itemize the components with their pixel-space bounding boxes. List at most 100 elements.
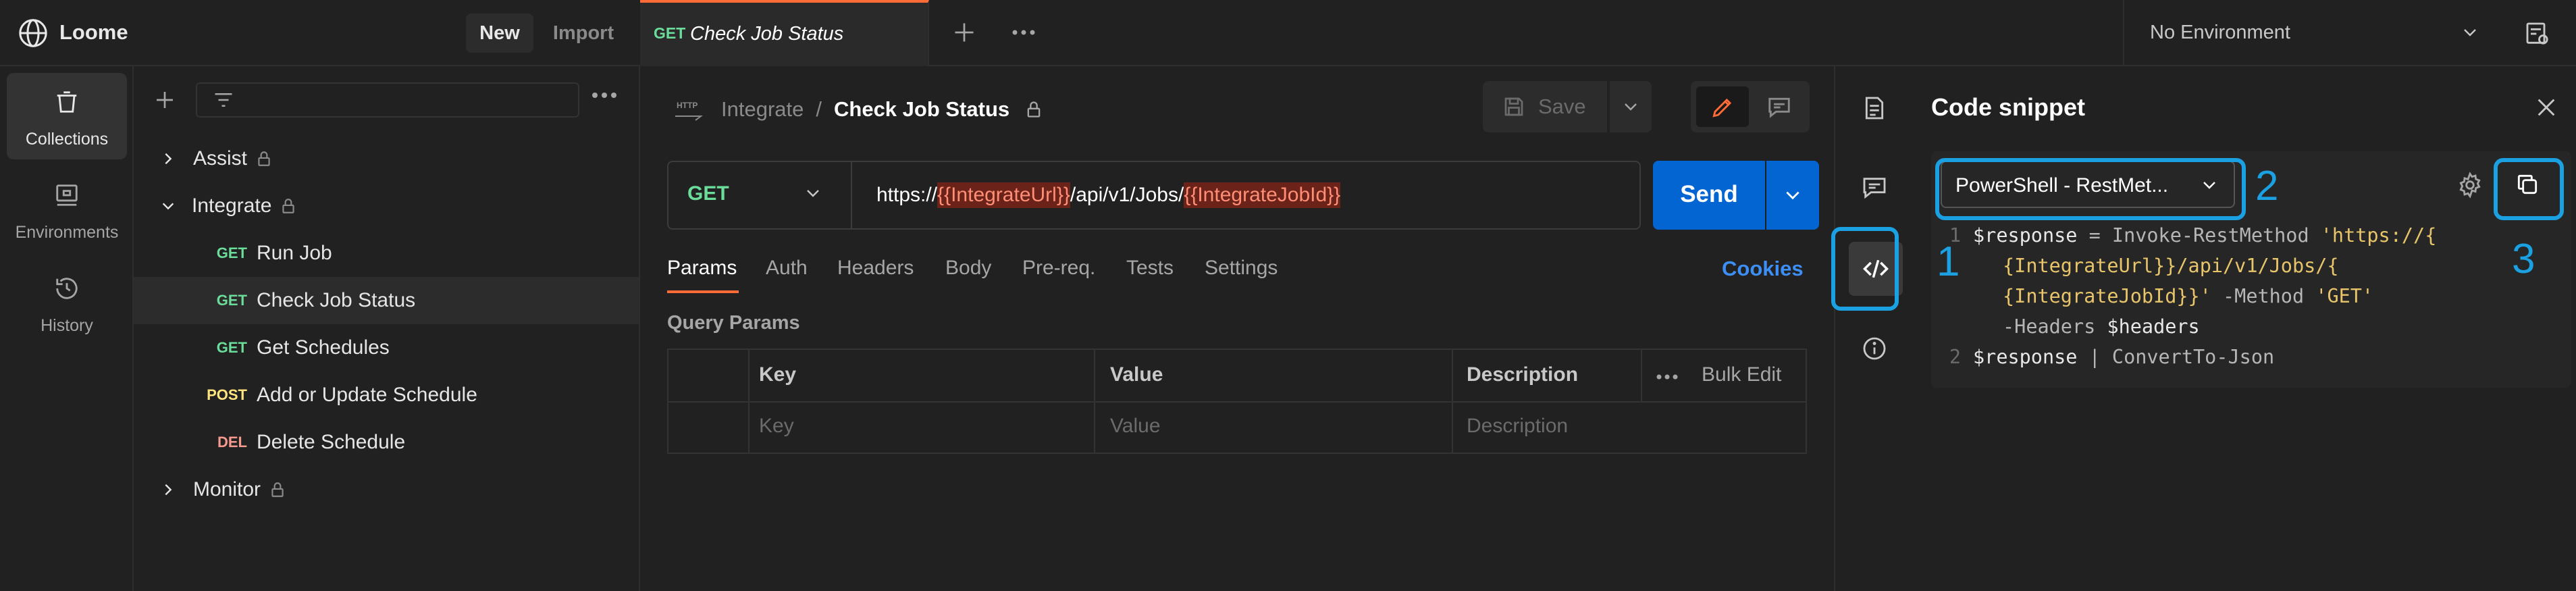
right-sidebar-icons [1835, 66, 1915, 591]
environment-icon [54, 182, 80, 208]
tree-request-add-or-update-schedule[interactable]: POST Add or Update Schedule [134, 371, 639, 419]
url-variable-integrate-url[interactable]: {{IntegrateUrl}} [937, 182, 1070, 208]
annotation-box-language-select [1935, 158, 2246, 220]
method-badge: DEL [217, 434, 247, 451]
http-request-icon: HTTP [674, 95, 705, 124]
filter-input[interactable] [196, 82, 579, 118]
code-token: {IntegrateJobId}}' [2003, 285, 2211, 307]
chevron-down-icon [1783, 186, 1803, 204]
table-divider [668, 401, 1806, 403]
line-number: 2 [1949, 346, 1961, 368]
sidebar-item-label: History [41, 316, 93, 335]
tab-options-icon[interactable] [1011, 29, 1036, 36]
request-label: Delete Schedule [257, 431, 406, 453]
breadcrumb: Integrate / Check Job Status [721, 95, 1043, 124]
new-button[interactable]: New [466, 14, 533, 53]
tab-method: GET [654, 24, 686, 42]
table-divider [1094, 350, 1095, 453]
import-button[interactable]: Import [543, 14, 624, 53]
code-line: {IntegrateJobId}}' -Method 'GET' [1931, 281, 2566, 311]
tree-request-delete-schedule[interactable]: DEL Delete Schedule [134, 419, 639, 466]
tab-check-job-status[interactable]: GET Check Job Status [640, 0, 929, 66]
workspace-name[interactable]: Loome [59, 20, 128, 45]
environment-select[interactable]: No Environment [2123, 0, 2501, 66]
value-input[interactable]: Value [1110, 415, 1161, 438]
svg-text:HTTP: HTTP [677, 101, 698, 110]
tree-folder-integrate[interactable]: Integrate [134, 182, 639, 230]
environment-label: No Environment [2150, 22, 2290, 43]
request-label: Get Schedules [257, 336, 390, 359]
tab-auth[interactable]: Auth [766, 257, 808, 280]
description-input[interactable]: Description [1467, 415, 1568, 438]
query-params-label: Query Params [667, 312, 800, 334]
tab-params[interactable]: Params [667, 257, 737, 280]
tab-settings[interactable]: Settings [1205, 257, 1278, 280]
url-input[interactable]: https:// {{IntegrateUrl}} /api/v1/Jobs/ … [876, 177, 1341, 213]
new-tab-icon[interactable] [952, 20, 976, 45]
method-select-value: GET [687, 182, 729, 205]
breadcrumb-parent[interactable]: Integrate [721, 97, 804, 122]
code-block[interactable]: 1 $response = Invoke-RestMethod 'https:/… [1931, 220, 2566, 372]
tab-title: Check Job Status [690, 23, 844, 45]
more-options-icon[interactable] [592, 92, 617, 99]
comments-icon[interactable] [1861, 174, 1888, 201]
environment-quick-look-icon[interactable] [2524, 20, 2551, 47]
code-token: {IntegrateUrl}}/api/v1/Jobs/{ [2003, 255, 2339, 277]
method-badge: POST [207, 386, 247, 403]
filter-icon [213, 91, 234, 109]
save-button[interactable]: Save [1483, 81, 1607, 132]
key-input[interactable]: Key [759, 415, 794, 438]
sidebar-item-environments[interactable]: Environments [7, 166, 127, 253]
tree-folder-monitor[interactable]: Monitor [134, 466, 639, 513]
code-line: {IntegrateUrl}}/api/v1/Jobs/{ [1931, 251, 2566, 281]
tab-tests[interactable]: Tests [1126, 257, 1174, 280]
annotation-number-2: 2 [2255, 163, 2279, 209]
sidebar-rail: Collections Environments History [0, 66, 134, 591]
column-options-icon[interactable] [1656, 374, 1679, 380]
mode-toggle [1691, 81, 1810, 132]
code-token: 'GET' [2315, 285, 2374, 307]
column-header-description: Description [1467, 363, 1579, 386]
tab-pre-request[interactable]: Pre-req. [1022, 257, 1095, 280]
tree-folder-assist[interactable]: Assist [134, 135, 639, 182]
tab-body[interactable]: Body [945, 257, 991, 280]
code-token: $response [1973, 346, 2078, 368]
tree-request-get-schedules[interactable]: GET Get Schedules [134, 324, 639, 371]
info-icon[interactable] [1861, 335, 1888, 362]
url-variable-integrate-job-id[interactable]: {{IntegrateJobId}} [1184, 182, 1341, 208]
sidebar-item-history[interactable]: History [7, 259, 127, 346]
bulk-edit-link[interactable]: Bulk Edit [1702, 363, 1781, 386]
globe-icon [18, 18, 49, 49]
chevron-right-icon [161, 151, 176, 166]
sidebar-item-label: Environments [15, 223, 119, 242]
page-title: Check Job Status [834, 97, 1010, 121]
comment-mode-button[interactable] [1753, 86, 1804, 127]
sidebar-item-collections[interactable]: Collections [7, 73, 127, 159]
tab-headers[interactable]: Headers [837, 257, 914, 280]
lock-icon [1024, 100, 1043, 119]
code-token: $response [1973, 224, 2078, 247]
annotation-number-3: 3 [2512, 236, 2535, 282]
column-header-value: Value [1110, 363, 1163, 386]
active-tab-indicator [667, 290, 739, 293]
documentation-icon[interactable] [1861, 95, 1888, 122]
add-collection-icon[interactable] [154, 89, 176, 111]
send-dropdown-button[interactable] [1766, 161, 1819, 230]
tree-request-run-job[interactable]: GET Run Job [134, 230, 639, 277]
url-prefix: https:// [876, 184, 938, 206]
cookies-link[interactable]: Cookies [1722, 257, 1804, 281]
comment-icon [1766, 95, 1792, 120]
tab-bar: GET Check Job Status No Environment [640, 0, 2576, 66]
save-dropdown-button[interactable] [1610, 81, 1652, 132]
lock-icon [255, 150, 273, 168]
chevron-down-icon [159, 199, 177, 213]
method-select[interactable]: GET [668, 162, 852, 228]
request-label: Add or Update Schedule [257, 384, 477, 406]
code-token: -Headers [2003, 315, 2107, 338]
code-line: 1 $response = Invoke-RestMethod 'https:/… [1931, 220, 2566, 251]
edit-mode-button[interactable] [1696, 86, 1749, 127]
settings-gear-icon[interactable] [2456, 172, 2483, 199]
close-icon[interactable] [2535, 96, 2558, 119]
tree-request-check-job-status[interactable]: GET Check Job Status [134, 277, 639, 324]
send-button[interactable]: Send [1653, 161, 1765, 230]
